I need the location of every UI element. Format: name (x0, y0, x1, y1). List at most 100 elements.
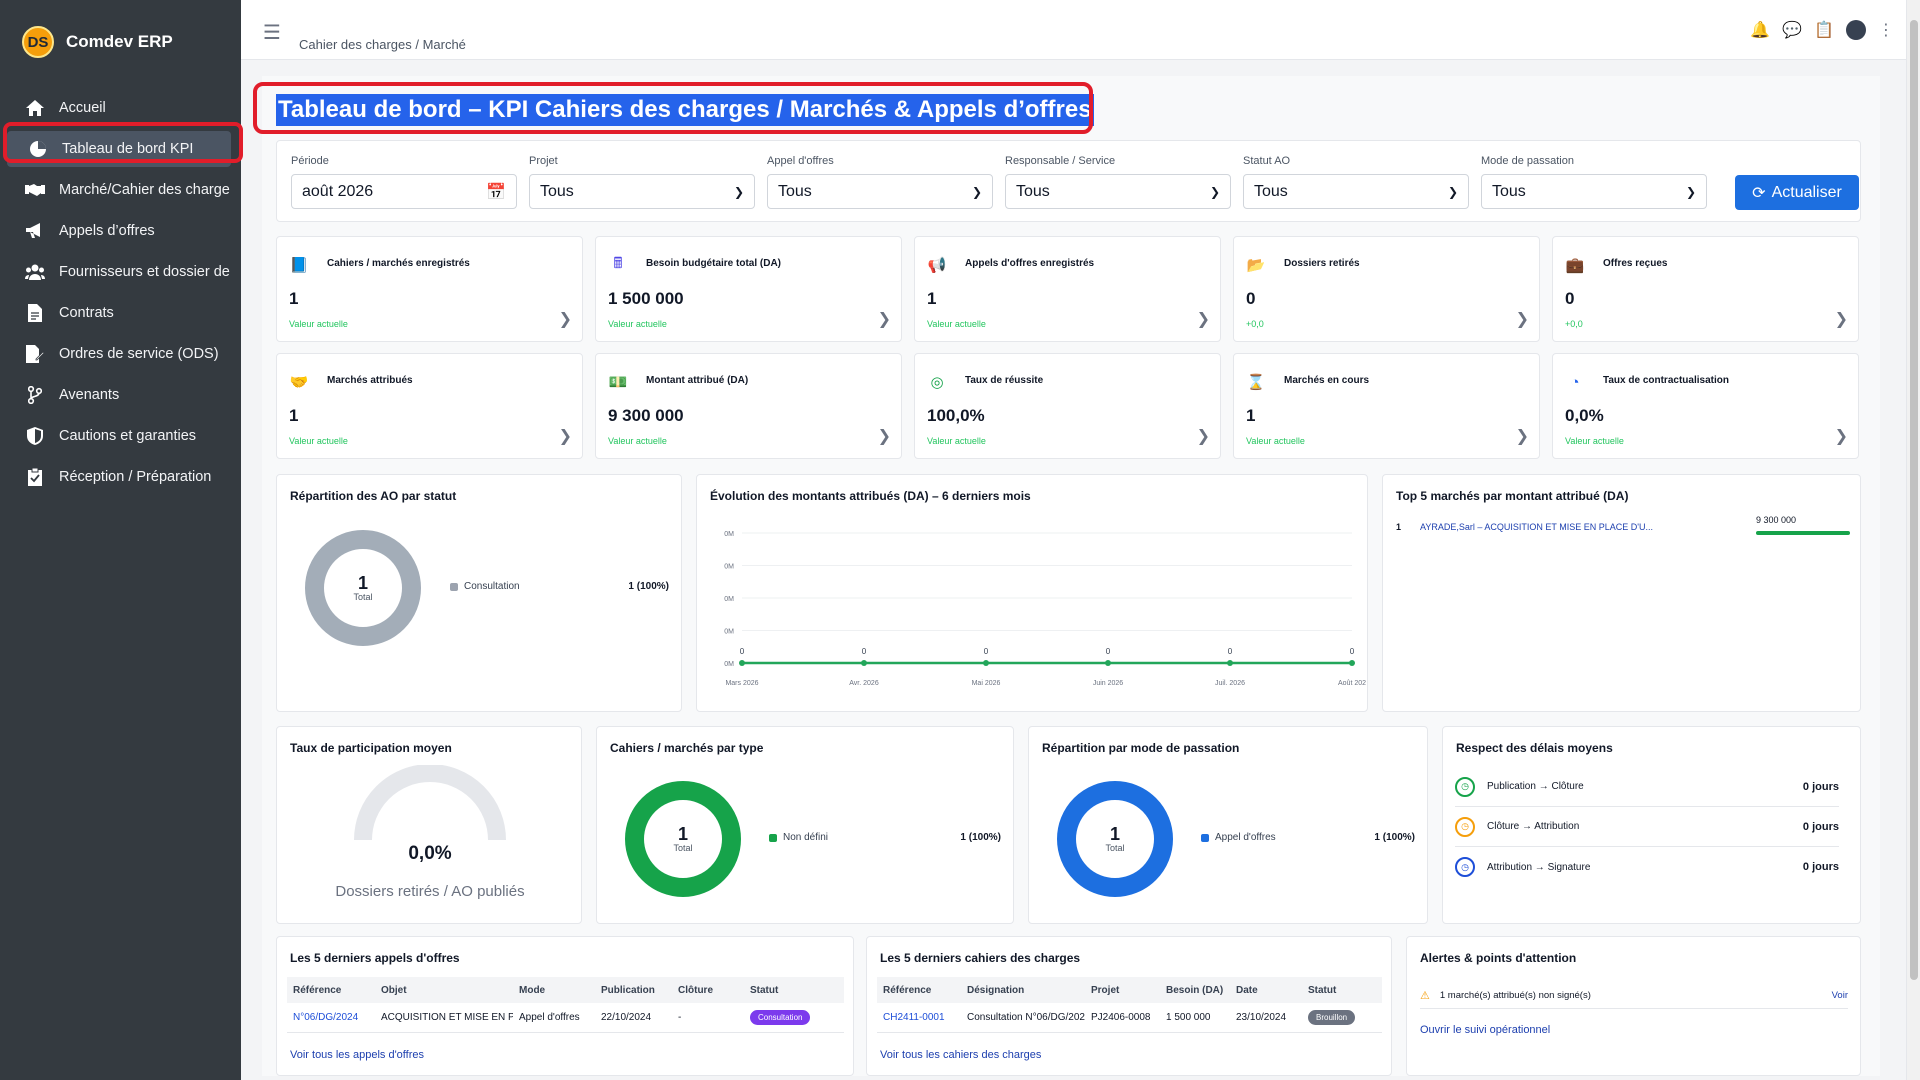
ao-statut-donut[interactable]: 1 Total (305, 530, 421, 646)
folder-icon: 📂 (1246, 257, 1266, 274)
donut-total-label: Total (1105, 843, 1125, 853)
data-label: 0 (862, 647, 867, 656)
sidebar-item-kpi[interactable]: Tableau de bord KPI (7, 131, 231, 167)
scrollbar-thumb[interactable] (1910, 20, 1918, 980)
sidebar-item-marche[interactable]: Marché/Cahier des charge (0, 170, 241, 210)
data-point[interactable] (1349, 660, 1355, 666)
card-title: Respect des délais moyens (1456, 741, 1613, 755)
refresh-button[interactable]: ⟳ Actualiser (1735, 175, 1859, 210)
kpi-card[interactable]: 💵 Montant attribué (DA) 9 300 000 Valeur ac… (595, 353, 902, 459)
chevron-right-icon[interactable]: ❯ (878, 309, 891, 329)
kpi-card[interactable]: 📘 Cahiers / marchés enregistrés 1 Valeur ac… (276, 236, 583, 342)
sidebar-item-appels[interactable]: Appels d’offres (0, 211, 241, 251)
mode-value: Tous (1492, 182, 1526, 200)
x-tick-label: Mai 2026 (972, 680, 1001, 687)
kpi-card[interactable]: ⌛ Marchés en cours 1 Valeur actuelle ❯ (1233, 353, 1540, 459)
chevron-right-icon[interactable]: ❯ (878, 426, 891, 446)
par-type-donut[interactable]: 1 Total (625, 781, 741, 897)
clipboard-icon[interactable]: 📋 (1814, 20, 1834, 40)
page-scrollbar[interactable] (1906, 0, 1920, 1080)
chevron-right-icon[interactable]: ❯ (1835, 426, 1848, 446)
chevron-right-icon[interactable]: ❯ (1835, 309, 1848, 329)
filters-panel: Période août 2026 📅 Projet Tous ❯ Appel d'… (276, 140, 1861, 222)
periode-input[interactable]: août 2026 📅 (291, 174, 517, 209)
cell-ref[interactable]: CH2411-0001 (877, 1012, 961, 1023)
sidebar-item-cautions[interactable]: Cautions et garanties (0, 416, 241, 456)
chat-icon[interactable]: 💬 (1782, 20, 1802, 40)
filter-responsable: Responsable / Service Tous ❯ (1005, 155, 1231, 209)
view-all-ao-link[interactable]: Voir tous les appels d'offres (290, 1049, 424, 1061)
kpi-value: 0 (1246, 289, 1256, 308)
users-icon (24, 261, 46, 283)
cell-ref[interactable]: N°06/DG/2024 (287, 1012, 375, 1023)
cell-besoin: 1 500 000 (1166, 1012, 1211, 1023)
book-icon: 📘 (289, 257, 309, 274)
kpi-card[interactable]: ◎ Taux de réussite 100,0% Valeur actuelle ❯ (914, 353, 1221, 459)
sidebar-item-contrats[interactable]: Contrats (0, 293, 241, 333)
par-mode-donut[interactable]: 1 Total (1057, 781, 1173, 897)
kpi-card[interactable]: 💼 Offres reçues 0 +0,0 ❯ (1552, 236, 1859, 342)
kpi-value: 1 (289, 406, 299, 425)
alert-view-link[interactable]: Voir (1832, 990, 1848, 1001)
data-point[interactable] (739, 660, 745, 666)
top-actions: 🔔 💬 📋 ⋮ (1750, 20, 1894, 40)
legend-label: Appel d'offres (1215, 832, 1276, 843)
legend-label: Non défini (783, 832, 829, 843)
chevron-down-icon: ❯ (1447, 184, 1458, 199)
statut-select[interactable]: Tous ❯ (1243, 174, 1469, 209)
chevron-right-icon[interactable]: ❯ (1516, 309, 1529, 329)
data-point[interactable] (1105, 660, 1111, 666)
suivi-operationnel-link[interactable]: Ouvrir le suivi opérationnel (1420, 1024, 1550, 1036)
chevron-right-icon[interactable]: ❯ (559, 309, 572, 329)
avatar[interactable] (1846, 20, 1866, 40)
data-point[interactable] (861, 660, 867, 666)
calendar-icon[interactable]: 📅 (486, 182, 506, 202)
chevron-right-icon[interactable]: ❯ (1197, 309, 1210, 329)
chevron-right-icon[interactable]: ❯ (559, 426, 572, 446)
data-label: 0 (984, 647, 989, 656)
topbar: ☰ Cahier des charges / Marché 🔔 💬 📋 ⋮ (241, 0, 1906, 60)
sidebar-item-ods[interactable]: Ordres de service (ODS) (0, 334, 241, 374)
sidebar-item-fournisseurs[interactable]: Fournisseurs et dossier de (0, 252, 241, 292)
chevron-down-icon: ❯ (733, 184, 744, 199)
kpi-card[interactable]: ◔ Taux de contractualisation 0,0% Valeur ac… (1552, 353, 1859, 459)
breadcrumb: Cahier des charges / Marché (299, 37, 466, 52)
col-header: Objet (381, 984, 407, 996)
mode-select[interactable]: Tous ❯ (1481, 174, 1707, 209)
bell-icon[interactable]: 🔔 (1750, 20, 1770, 40)
brand[interactable]: DS Comdev ERP (0, 0, 241, 84)
kpi-card[interactable]: 📂 Dossiers retirés 0 +0,0 ❯ (1233, 236, 1540, 342)
view-all-cdc-link[interactable]: Voir tous les cahiers des charges (880, 1049, 1041, 1061)
filter-periode: Période août 2026 📅 (291, 155, 517, 209)
top5-name[interactable]: AYRADE,Sarl – ACQUISITION ET MISE EN PLA… (1420, 522, 1653, 532)
last-ao-card: Les 5 derniers appels d'offres Référence… (276, 936, 854, 1076)
responsable-select[interactable]: Tous ❯ (1005, 174, 1231, 209)
table-row[interactable]: N°06/DG/2024 ACQUISITION ET MISE EN PLA.… (287, 1003, 844, 1033)
cell-cloture: - (678, 1012, 682, 1023)
kpi-label: Marchés attribués (327, 375, 413, 386)
cell-date: 23/10/2024 (1236, 1012, 1287, 1023)
calculator-icon: 🖩 (613, 254, 623, 272)
chevron-right-icon[interactable]: ❯ (1516, 426, 1529, 446)
menu-toggle-icon[interactable]: ☰ (263, 20, 281, 45)
y-tick-label: 0M (724, 531, 734, 538)
data-point[interactable] (1227, 660, 1233, 666)
projet-select[interactable]: Tous ❯ (529, 174, 755, 209)
col-header: Mode (519, 984, 546, 996)
sidebar-item-accueil[interactable]: Accueil (0, 88, 241, 128)
kpi-card[interactable]: 🤝 Marchés attribués 1 Valeur actuelle ❯ (276, 353, 583, 459)
chevron-right-icon[interactable]: ❯ (1197, 426, 1210, 446)
kpi-card[interactable]: 📢 Appels d'offres enregistrés 1 Valeur actu… (914, 236, 1221, 342)
sidebar-item-reception[interactable]: Réception / Préparation (0, 457, 241, 497)
top5-bar (1756, 531, 1850, 535)
kpi-card[interactable]: 🖩 Besoin budgétaire total (DA) 1 500 000 Va… (595, 236, 902, 342)
table-row[interactable]: CH2411-0001 Consultation N°06/DG/2024 PJ… (877, 1003, 1382, 1033)
filter-projet: Projet Tous ❯ (529, 155, 755, 209)
card-title: Répartition par mode de passation (1042, 741, 1240, 755)
sidebar-item-avenants[interactable]: Avenants (0, 375, 241, 415)
clipboard-check-icon (24, 466, 46, 488)
legend-swatch (769, 833, 777, 842)
data-point[interactable] (983, 660, 989, 666)
kebab-menu-icon[interactable]: ⋮ (1878, 20, 1894, 40)
appel-select[interactable]: Tous ❯ (767, 174, 993, 209)
